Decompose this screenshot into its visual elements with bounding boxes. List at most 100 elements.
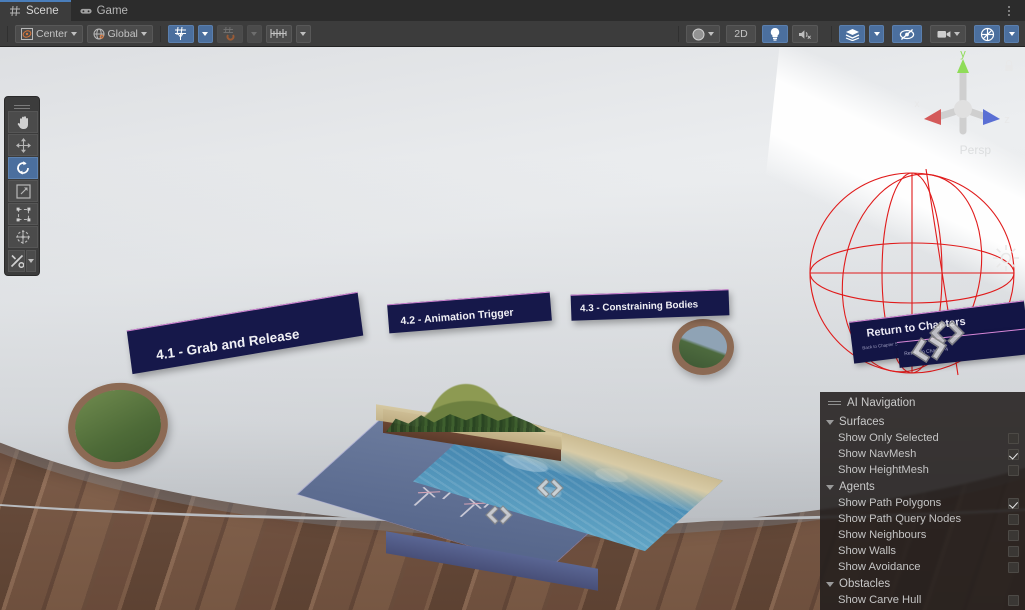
gizmo-projection-label[interactable]: Persp [960, 143, 991, 157]
checkbox-show-carve-hull[interactable] [1008, 594, 1019, 606]
row-show-neighbours[interactable]: Show Neighbours [820, 527, 1025, 543]
island-mountain [386, 350, 546, 432]
scene-lighting-toggle[interactable] [762, 25, 788, 43]
wrench-screwdriver-icon [10, 254, 24, 268]
row-show-walls[interactable]: Show Walls [820, 543, 1025, 559]
audio-muted-icon [799, 29, 811, 39]
row-label: Show NavMesh [838, 448, 917, 460]
globe-icon [93, 28, 105, 39]
grid-snap-dropdown[interactable] [197, 24, 213, 43]
gizmo-axis-y-label: y [960, 49, 966, 60]
grid-snap-button[interactable] [167, 24, 194, 43]
lightbulb-icon [770, 28, 780, 41]
chapter-label-4-3[interactable]: 4.3 - Constraining Bodies [570, 289, 730, 321]
magnet-snap-icon [223, 26, 235, 41]
toolbar-transform-group: Center Global [15, 24, 153, 43]
shading-mode-button[interactable] [686, 25, 720, 43]
section-obstacles-label: Obstacles [839, 578, 891, 590]
chevron-down-icon [300, 31, 307, 36]
scene-audio-toggle[interactable] [792, 25, 818, 43]
scale-tool[interactable] [8, 180, 38, 202]
checkbox-show-avoidance[interactable] [1008, 561, 1019, 573]
checkbox-show-neighbours[interactable] [1008, 529, 1019, 541]
effects-layers-icon [845, 28, 859, 41]
vertex-snap-dropdown[interactable] [246, 24, 262, 43]
navmesh-chevron-icon [485, 505, 513, 525]
section-obstacles[interactable]: Obstacles [820, 575, 1025, 592]
unity-scene-view-window: Scene Game Center Global 2D 4.1 - Grab a… [0, 0, 1025, 610]
gizmos-globe-icon [980, 27, 994, 41]
rect-tool[interactable] [8, 203, 38, 225]
camera-icon [937, 31, 950, 38]
move-tool[interactable] [8, 134, 38, 156]
custom-tool[interactable] [8, 250, 26, 272]
transform-tool[interactable] [8, 226, 38, 248]
hidden-objects-toggle[interactable] [892, 25, 922, 43]
checkbox-show-only-selected[interactable] [1008, 432, 1019, 444]
chapter-label-4-2-text: 4.2 - Animation Trigger [400, 306, 515, 328]
ai-navigation-overlay: AI Navigation Surfaces Show Only Selecte… [820, 392, 1025, 610]
row-show-navmesh[interactable]: Show NavMesh [820, 446, 1025, 462]
pivot-mode-button[interactable]: Center [15, 24, 83, 43]
chevron-down-icon [708, 32, 714, 36]
row-show-carve-hull[interactable]: Show Carve Hull [820, 592, 1025, 608]
checkbox-show-heightmesh[interactable] [1008, 464, 1019, 476]
tab-scene[interactable]: Scene [0, 0, 71, 21]
scene-toolbar: Center Global 2D [0, 21, 1025, 47]
row-show-path-query-nodes[interactable]: Show Path Query Nodes [820, 511, 1025, 527]
row-show-path-polygons[interactable]: Show Path Polygons [820, 495, 1025, 511]
checkbox-show-path-query-nodes[interactable] [1008, 513, 1019, 525]
pivot-center-icon [21, 27, 33, 40]
row-show-heightmesh[interactable]: Show HeightMesh [820, 462, 1025, 478]
chapter-label-4-3-text: 4.3 - Constraining Bodies [579, 299, 699, 315]
view-2d-toggle[interactable]: 2D [726, 25, 756, 43]
scene-viewport[interactable]: 4.1 - Grab and Release 4.2 - Animation T… [0, 47, 1025, 610]
hand-tool[interactable] [8, 111, 38, 133]
increment-snap-icon [270, 29, 287, 38]
kebab-menu-icon[interactable] [1001, 0, 1017, 21]
view-2d-label: 2D [734, 28, 748, 40]
handle-space-label: Global [107, 27, 138, 40]
toolbar-divider [159, 25, 161, 42]
increment-snap-button[interactable] [265, 24, 292, 43]
chevron-down-icon [1008, 32, 1015, 36]
row-label: Show Path Polygons [838, 497, 942, 509]
palette-drag-handle[interactable] [8, 101, 36, 109]
gizmos-dropdown[interactable] [1004, 25, 1019, 43]
grid-snap-icon [175, 26, 187, 40]
tab-bar: Scene Game [0, 0, 1025, 21]
eye-slash-icon [899, 28, 915, 40]
section-surfaces[interactable]: Surfaces [820, 413, 1025, 430]
handle-space-button[interactable]: Global [86, 24, 153, 43]
fx-button[interactable] [839, 25, 865, 43]
padlock-icon[interactable] [1003, 59, 1015, 72]
chevron-down-icon [140, 31, 147, 36]
custom-tool-dropdown[interactable] [26, 250, 36, 272]
ai-navigation-header[interactable]: AI Navigation [820, 396, 1025, 413]
tab-game[interactable]: Game [71, 0, 140, 21]
row-label: Show Avoidance [838, 561, 921, 573]
rotate-tool[interactable] [8, 157, 38, 179]
row-show-only-selected[interactable]: Show Only Selected [820, 430, 1025, 446]
checkbox-show-walls[interactable] [1008, 545, 1019, 557]
tool-palette [4, 96, 40, 276]
increment-snap-dropdown[interactable] [295, 24, 311, 43]
fx-dropdown[interactable] [869, 25, 884, 43]
row-label: Show Path Query Nodes [838, 513, 962, 525]
checkbox-show-navmesh[interactable] [1008, 448, 1019, 460]
chevron-down-icon [251, 31, 258, 36]
rotate-icon [17, 161, 29, 175]
teleport-portal-right[interactable] [672, 319, 734, 375]
shading-group [686, 25, 720, 43]
vertex-snap-button[interactable] [216, 24, 243, 43]
drag-handle-icon[interactable] [828, 400, 841, 407]
gizmo-axis-x-label: x [915, 99, 920, 110]
checkbox-show-path-polygons[interactable] [1008, 497, 1019, 509]
toolbar-right-group: 2D [671, 21, 1019, 47]
camera-button[interactable] [930, 25, 966, 43]
row-label: Show Carve Hull [838, 594, 922, 606]
row-show-avoidance[interactable]: Show Avoidance [820, 559, 1025, 575]
section-agents[interactable]: Agents [820, 478, 1025, 495]
gizmos-toggle[interactable] [974, 25, 1000, 43]
row-label: Show Walls [838, 545, 897, 557]
